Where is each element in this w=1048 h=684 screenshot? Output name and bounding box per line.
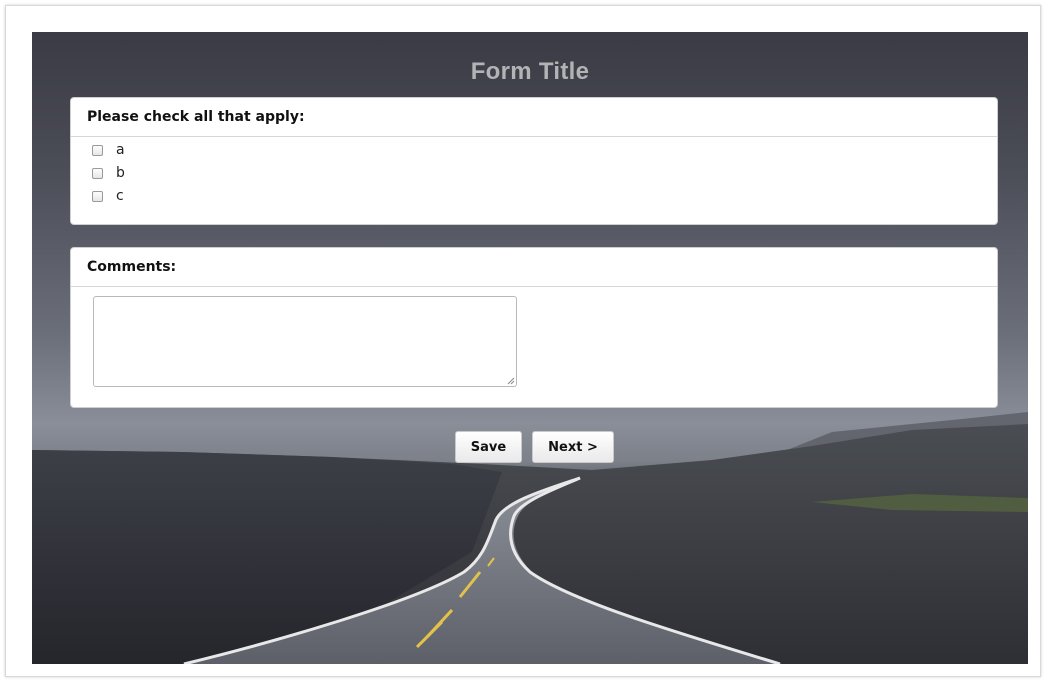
checkbox[interactable] bbox=[92, 144, 103, 156]
checkbox-option-a[interactable]: a bbox=[92, 140, 125, 160]
comments-panel: Comments: bbox=[70, 247, 998, 408]
checkbox[interactable] bbox=[92, 190, 103, 202]
save-button[interactable]: Save bbox=[455, 431, 522, 463]
screenshot-frame: Form Title Please check all that apply: … bbox=[5, 5, 1041, 677]
next-button[interactable]: Next > bbox=[532, 431, 614, 463]
checkbox-panel: Please check all that apply: a b c bbox=[70, 97, 998, 225]
form-title: Form Title bbox=[470, 58, 590, 85]
checkbox-label[interactable]: a bbox=[116, 142, 125, 158]
checkbox-option-b[interactable]: b bbox=[92, 163, 125, 183]
checkbox-panel-heading: Please check all that apply: bbox=[71, 98, 997, 137]
comments-textarea[interactable] bbox=[93, 296, 517, 387]
resize-grip-icon[interactable] bbox=[507, 377, 515, 385]
checkbox-label[interactable]: b bbox=[116, 165, 125, 181]
checkbox[interactable] bbox=[92, 167, 103, 179]
comments-panel-heading: Comments: bbox=[71, 248, 997, 287]
form-background: Form Title Please check all that apply: … bbox=[32, 32, 1028, 664]
checkbox-option-c[interactable]: c bbox=[92, 186, 124, 206]
checkbox-label[interactable]: c bbox=[116, 188, 124, 204]
